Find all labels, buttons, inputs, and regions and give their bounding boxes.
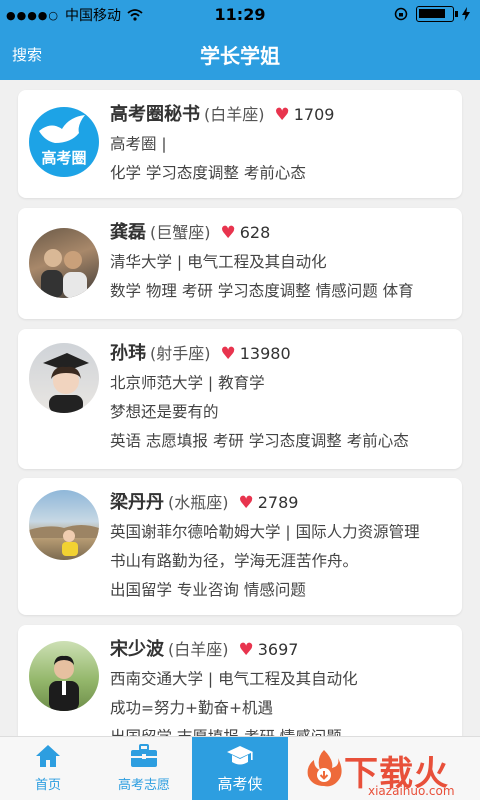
card-body: 梁丹丹 (水瓶座) ♥ 2789 英国谢菲尔德哈勒姆大学 | 国际人力资源管理 …: [110, 488, 452, 605]
like-count: 628: [239, 223, 271, 242]
heart-icon[interactable]: ♥: [275, 100, 290, 130]
card-body: 高考圈秘书 (白羊座) ♥ 1709 高考圈 | 化学 学习态度调整 考前心态: [110, 100, 452, 188]
rotation-lock-icon: [394, 7, 408, 21]
status-right: [394, 6, 470, 22]
mentor-card[interactable]: 孙玮 (射手座) ♥ 13980 北京师范大学 | 教育学 梦想还是要有的 英语…: [18, 329, 462, 469]
watermark-url: xiazaihuo.com: [368, 784, 455, 798]
motto: 成功=努力+勤奋+机遇: [110, 699, 273, 717]
avatar: [29, 343, 99, 413]
tags: 出国留学 志愿填报 考研 情感问题: [110, 723, 452, 736]
card-body: 龚磊 (巨蟹座) ♥ 628 清华大学 | 电气工程及其自动化 数学 物理 考研…: [110, 218, 452, 306]
card-body: 宋少波 (白羊座) ♥ 3697 西南交通大学 | 电气工程及其自动化 成功=努…: [110, 635, 452, 736]
like-count: 1709: [293, 105, 335, 124]
mentor-card[interactable]: 梁丹丹 (水瓶座) ♥ 2789 英国谢菲尔德哈勒姆大学 | 国际人力资源管理 …: [18, 478, 462, 615]
school-major: 北京师范大学 | 教育学: [110, 374, 265, 392]
graduation-cap-icon: [227, 746, 253, 765]
mentor-card[interactable]: 宋少波 (白羊座) ♥ 3697 西南交通大学 | 电气工程及其自动化 成功=努…: [18, 625, 462, 736]
tab-gaokao-xia[interactable]: 高考侠: [192, 737, 288, 800]
tags: 英语 志愿填报 考研 学习态度调整 考前心态: [110, 432, 409, 450]
tags: 数学 物理 考研 学习态度调整 情感问题 体育: [110, 282, 414, 300]
tab-label: 首页: [34, 778, 61, 793]
svg-text:高考圈: 高考圈: [41, 149, 86, 167]
tab-application[interactable]: 高考志愿: [96, 737, 192, 800]
heart-icon[interactable]: ♥: [239, 635, 254, 665]
school-major: 西南交通大学 | 电气工程及其自动化: [110, 670, 358, 688]
zodiac-sign: (水瓶座): [168, 493, 229, 512]
heart-icon[interactable]: ♥: [239, 488, 254, 518]
mentor-name: 孙玮: [110, 343, 146, 364]
mentor-name: 龚磊: [110, 222, 146, 243]
photo-image: [43, 353, 89, 413]
avatar: [29, 641, 99, 711]
nav-bar: 搜索 学长学姐: [0, 28, 480, 80]
mentor-name: 高考圈秘书: [110, 104, 200, 125]
school-major: 清华大学 | 电气工程及其自动化: [110, 253, 327, 271]
battery-icon: [416, 6, 458, 22]
heart-icon[interactable]: ♥: [221, 218, 236, 248]
tags: 出国留学 专业咨询 情感问题: [110, 581, 306, 599]
motto: 梦想还是要有的: [110, 403, 219, 421]
home-icon: [36, 745, 60, 767]
tab-label: 高考侠: [217, 775, 263, 793]
zodiac-sign: (白羊座): [204, 105, 265, 124]
photo-image: [41, 249, 87, 298]
zodiac-sign: (白羊座): [168, 640, 229, 659]
page-title: 学长学姐: [200, 44, 280, 68]
avatar: 高考圈: [29, 107, 99, 177]
like-count: 13980: [239, 344, 291, 363]
avatar: [29, 490, 99, 560]
avatar: [29, 228, 99, 298]
card-body: 孙玮 (射手座) ♥ 13980 北京师范大学 | 教育学 梦想还是要有的 英语…: [110, 339, 452, 456]
zodiac-sign: (巨蟹座): [150, 223, 211, 242]
photo-image: [49, 655, 79, 711]
tab-label: 高考志愿: [117, 778, 170, 793]
dove-logo-icon: 高考圈: [39, 115, 87, 167]
mentor-card[interactable]: 龚磊 (巨蟹座) ♥ 628 清华大学 | 电气工程及其自动化 数学 物理 考研…: [18, 208, 462, 319]
watermark: 下载火 xiazaihuo.com: [298, 740, 478, 800]
like-count: 3697: [257, 640, 299, 659]
flame-logo-icon: [307, 750, 342, 787]
school-major: 英国谢菲尔德哈勒姆大学 | 国际人力资源管理: [110, 523, 420, 541]
status-bar: ●●●●○ 中国移动 11:29: [0, 0, 480, 28]
briefcase-icon: [131, 744, 157, 767]
like-count: 2789: [257, 493, 299, 512]
school-major: 高考圈 |: [110, 135, 167, 153]
tab-home[interactable]: 首页: [0, 737, 96, 800]
photo-image: [29, 525, 99, 556]
mentor-list[interactable]: 高考圈 高考圈秘书 (白羊座) ♥ 1709 高考圈 | 化学 学习态度调整 考…: [0, 80, 480, 736]
motto: 书山有路勤为径，学海无涯苦作舟。: [110, 552, 359, 570]
zodiac-sign: (射手座): [150, 344, 211, 363]
mentor-name: 宋少波: [110, 639, 164, 660]
heart-icon[interactable]: ♥: [221, 339, 236, 369]
charging-icon: [462, 7, 470, 21]
mentor-card[interactable]: 高考圈 高考圈秘书 (白羊座) ♥ 1709 高考圈 | 化学 学习态度调整 考…: [18, 90, 462, 198]
mentor-name: 梁丹丹: [110, 492, 164, 513]
tags: 化学 学习态度调整 考前心态: [110, 164, 306, 182]
